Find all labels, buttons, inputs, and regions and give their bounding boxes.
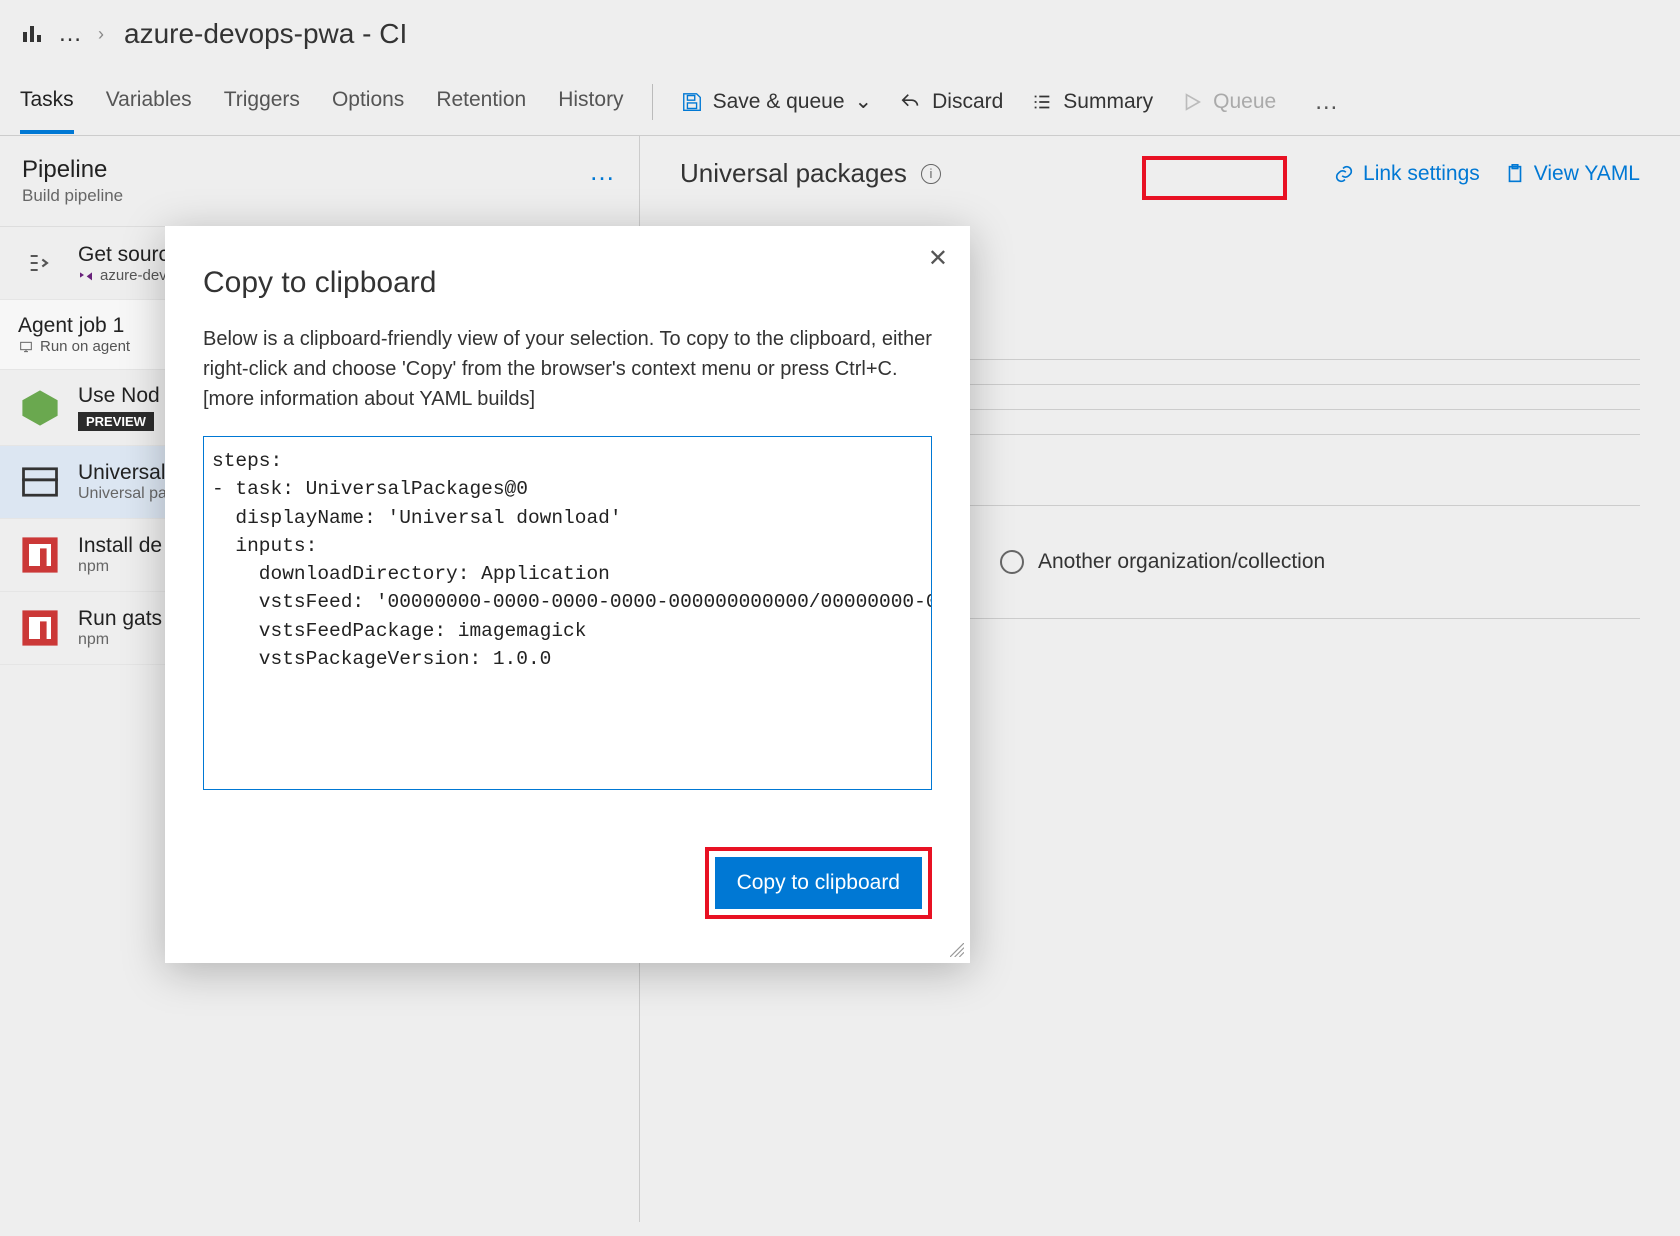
breadcrumb: … › azure-devops-pwa - CI: [0, 0, 1680, 68]
package-icon: [18, 460, 62, 504]
resize-grip-icon[interactable]: [950, 943, 964, 957]
breadcrumb-overflow[interactable]: …: [58, 20, 84, 48]
chevron-right-icon: ›: [98, 24, 104, 45]
view-yaml-highlight: [1142, 156, 1287, 200]
task-details-title: Universal packages: [680, 158, 907, 189]
task-sub: Universal pa: [78, 485, 167, 503]
pipeline-subtitle: Build pipeline: [22, 186, 123, 206]
npm-icon: [18, 533, 62, 577]
save-icon: [681, 91, 703, 113]
radio-other-org[interactable]: Another organization/collection: [1000, 530, 1640, 594]
task-title: Install de: [78, 534, 162, 558]
clipboard-icon: [1504, 163, 1526, 185]
radio-icon: [1000, 550, 1024, 574]
radio-label: Another organization/collection: [1038, 550, 1325, 574]
copy-clipboard-modal: ✕ Copy to clipboard Below is a clipboard…: [165, 226, 970, 963]
vs-icon: [78, 267, 94, 283]
tab-variables[interactable]: Variables: [106, 70, 192, 134]
preview-badge: PREVIEW: [78, 412, 154, 431]
yaml-textarea[interactable]: [203, 436, 932, 790]
breadcrumb-title[interactable]: azure-devops-pwa - CI: [124, 18, 407, 50]
link-icon: [1333, 163, 1355, 185]
queue-button[interactable]: Queue: [1181, 90, 1276, 114]
tab-history[interactable]: History: [558, 70, 623, 134]
tab-retention[interactable]: Retention: [436, 70, 526, 134]
task-title: Universal: [78, 461, 167, 485]
save-queue-label: Save & queue: [713, 90, 845, 114]
node-icon: [18, 386, 62, 430]
info-icon[interactable]: i: [921, 164, 941, 184]
modal-title: Copy to clipboard: [203, 266, 932, 300]
discard-button[interactable]: Discard: [900, 90, 1003, 114]
pipeline-header[interactable]: Pipeline Build pipeline …: [0, 136, 639, 227]
sources-icon: [18, 241, 62, 285]
project-icon[interactable]: [20, 22, 44, 46]
summary-label: Summary: [1063, 90, 1153, 114]
tab-tasks[interactable]: Tasks: [20, 70, 74, 134]
list-icon: [1031, 91, 1053, 113]
task-title: Run gats: [78, 607, 162, 631]
task-sub: npm: [78, 631, 162, 649]
task-title: Use Nod: [78, 384, 160, 408]
modal-description: Below is a clipboard-friendly view of yo…: [203, 324, 932, 414]
tab-options[interactable]: Options: [332, 70, 404, 134]
agent-job-sub: Run on agent: [40, 338, 130, 355]
tabs-toolbar: Tasks Variables Triggers Options Retenti…: [0, 68, 1680, 136]
discard-label: Discard: [932, 90, 1003, 114]
task-sub: npm: [78, 558, 162, 576]
queue-label: Queue: [1213, 90, 1276, 114]
play-icon: [1181, 91, 1203, 113]
npm-icon: [18, 606, 62, 650]
view-yaml-label: View YAML: [1534, 162, 1640, 186]
toolbar-actions: Save & queue ⌄ Discard Summary Queue …: [681, 88, 1341, 116]
tab-list: Tasks Variables Triggers Options Retenti…: [20, 70, 624, 134]
undo-icon: [900, 91, 922, 113]
save-queue-button[interactable]: Save & queue ⌄: [681, 89, 873, 114]
close-icon[interactable]: ✕: [928, 244, 948, 273]
pipeline-title: Pipeline: [22, 156, 123, 184]
pipeline-more-button[interactable]: …: [589, 156, 617, 187]
view-yaml-button[interactable]: View YAML: [1504, 162, 1640, 186]
agent-job-title: Agent job 1: [18, 314, 130, 338]
divider: [652, 84, 653, 120]
agent-icon: [18, 339, 34, 355]
toolbar-overflow[interactable]: …: [1314, 88, 1340, 116]
link-settings-button[interactable]: Link settings: [1333, 162, 1480, 186]
copy-to-clipboard-button[interactable]: Copy to clipboard: [715, 857, 922, 909]
copy-button-highlight: Copy to clipboard: [705, 847, 932, 919]
tab-triggers[interactable]: Triggers: [224, 70, 300, 134]
chevron-down-icon: ⌄: [855, 89, 873, 114]
summary-button[interactable]: Summary: [1031, 90, 1153, 114]
link-settings-label: Link settings: [1363, 162, 1480, 186]
